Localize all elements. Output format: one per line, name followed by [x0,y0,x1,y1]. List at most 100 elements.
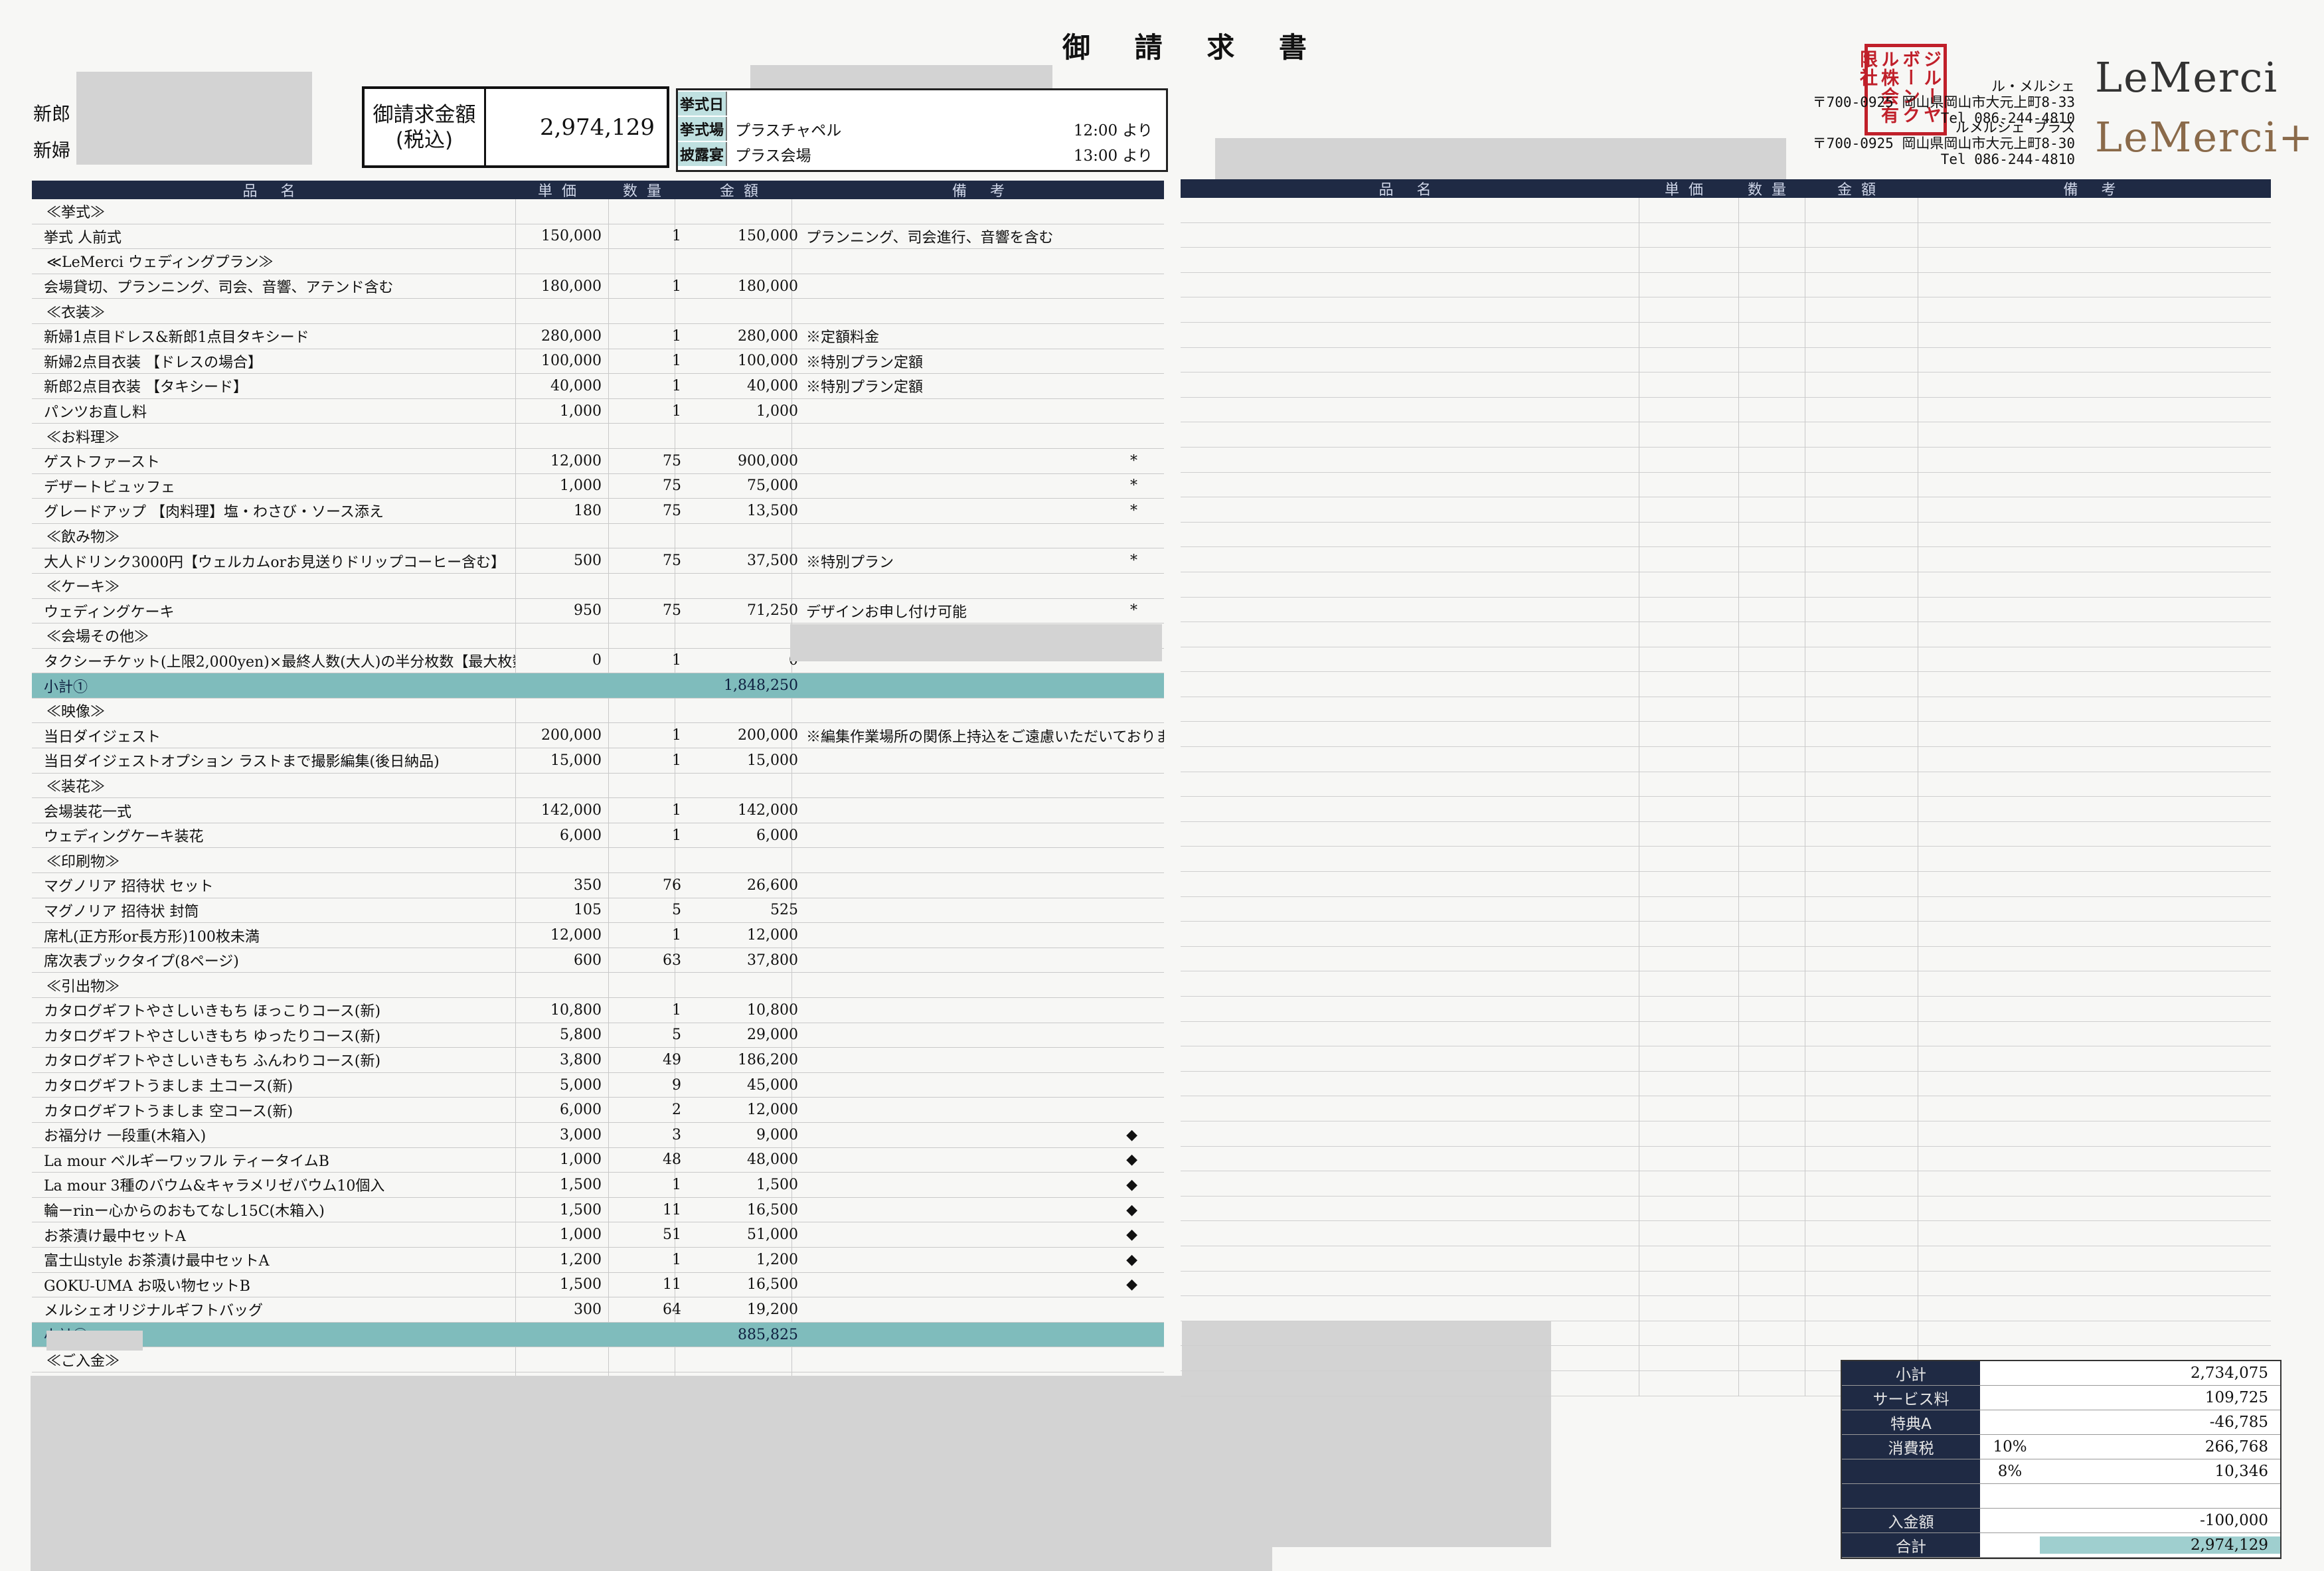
quantity: 1 [672,1251,681,1268]
table-row: デザートビュッフェ 1,000 75 75,000 * [32,474,1164,499]
table-row: 席次表ブックタイプ(8ページ) 600 63 37,800 [32,948,1164,973]
blank-row [1181,323,2271,348]
item-name: 大人ドリンク3000円【ウェルカムorお見送りドリップコーヒー含む】 [44,554,506,571]
item-name: カタログギフトやさしいきもち ふんわりコース(新) [44,1053,381,1070]
note: ※編集作業場所の関係上持込をご遠慮いただいております [806,728,1164,746]
header-amount: 金額 [719,183,768,200]
schedule-box: 挙式日 挙式場 プラスチャペル 12:00 より 披露宴 プラス会場 13:00… [676,88,1168,172]
section-row: ≪ケーキ≫ [32,574,1164,599]
quantity: 1 [672,1001,681,1019]
diamond-mark: ◆ [1126,1276,1137,1293]
amount: 1,500 [756,1176,798,1193]
item-name: カタログギフトやさしいきもち ほっこりコース(新) [44,1003,381,1021]
quantity: 11 [663,1276,681,1293]
amount: 9,000 [756,1126,798,1143]
blank-row [1181,297,2271,323]
blank-row [1181,248,2271,273]
diamond-mark: ◆ [1126,1176,1137,1193]
section-row: ≪挙式≫ [32,199,1164,224]
blank-row [1181,971,2271,997]
note-redaction [790,624,1162,661]
table-row: La mour ベルギーワッフル ティータイムB 1,000 48 48,000 ◆ [32,1148,1164,1173]
item-name: ≪引出物≫ [46,978,120,995]
asterisk-mark: * [1130,452,1137,469]
quantity: 75 [663,477,681,495]
blank-row [1181,622,2271,647]
item-name: 挙式 人前式 [44,229,122,246]
totals-label: サービス料 [1842,1386,1980,1410]
blank-row [1181,398,2271,423]
header-unit: 単価 [537,183,586,200]
blank-row [1181,772,2271,797]
table-row: カタログギフトやさしいきもち ゆったりコース(新) 5,800 5 29,000 [32,1023,1164,1048]
schedule-row: 挙式場 プラスチャペル 12:00 より [678,117,1166,141]
quantity: 1 [672,402,681,420]
unit-price: 1,500 [560,1276,602,1293]
amount: 40,000 [747,377,798,394]
table-row: カタログギフトうましま 空コース(新) 6,000 2 12,000 [32,1098,1164,1123]
table-row: 新郎2点目衣装 【タキシード】 40,000 1 40,000 ※特別プラン定額 [32,374,1164,399]
unit-price: 1,500 [560,1176,602,1193]
totals-row: 消費税 10% 266,768 [1842,1435,2280,1459]
table-row: 大人ドリンク3000円【ウェルカムorお見送りドリップコーヒー含む】 500 75 3… [32,548,1164,574]
item-name: グレードアップ 【肉料理】塩・わさび・ソース添え [44,504,384,521]
quantity: 5 [672,902,681,919]
totals-label [1842,1484,1980,1508]
amount: 142,000 [738,802,798,819]
quantity: 76 [663,876,681,894]
totals-value: 2,974,129 [2040,1536,2280,1554]
diamond-mark: ◆ [1126,1251,1137,1268]
right-header-qty: 数量 [1747,182,1795,199]
table-row: 新婦1点目ドレス&新郎1点目タキシード 280,000 1 280,000 ※定額料金 [32,324,1164,349]
amount: 48,000 [747,1151,798,1169]
totals-label: 合計 [1842,1533,1980,1557]
quantity: 1 [672,228,681,245]
item-name: ≪お料理≫ [46,429,120,446]
amount: 37,500 [747,552,798,570]
table-row: 輪ーrinー心からのおもてなし15C(木箱入) 1,500 11 16,500 ◆ [32,1198,1164,1223]
blank-row [1181,348,2271,373]
schedule-key: 挙式日 [678,92,727,116]
blank-row [1181,1096,2271,1121]
table-row: 当日ダイジェストオプション ラストまで撮影編集(後日納品) 15,000 1 15,0… [32,748,1164,774]
unit-price: 3,000 [560,1126,602,1143]
right-table-body [1181,198,2271,1396]
unit-price: 180 [574,502,602,519]
item-name: ≪装花≫ [46,778,106,795]
table-row: マグノリア 招待状 セット 350 76 26,600 [32,873,1164,898]
amount: 0 [685,652,802,669]
amount: 1,200 [756,1251,798,1268]
item-name: 席次表ブックタイプ(8ページ) [44,953,239,971]
unit-price: 12,000 [550,452,602,469]
section-row: ≪LeMerci ウェディングプラン≫ [32,249,1164,274]
item-name: ≪挙式≫ [46,205,106,222]
diamond-mark: ◆ [1126,1226,1137,1244]
schedule-value: プラスチャペル [735,122,842,139]
blank-row [1181,847,2271,872]
item-name: ≪ご入金≫ [46,1353,120,1370]
blank-row [1181,223,2271,248]
names-redaction [76,72,312,165]
blank-row [1181,547,2271,572]
totals-box: 小計 2,734,075 サービス料 109,725 特典A -46,785 消費税 10% 2… [1841,1360,2282,1559]
quantity: 1 [672,377,681,394]
schedule-key: 披露宴 [678,142,727,166]
blank-row [1181,1246,2271,1272]
diamond-mark: ◆ [1126,1126,1137,1143]
amount: 51,000 [747,1226,798,1244]
quantity: 75 [663,502,681,519]
blank-row [1181,572,2271,598]
blank-row [1181,1197,2271,1222]
table-row: 会場貸切、プランニング、司会、音響、アテンド含む 180,000 1 180,000 [32,274,1164,299]
totals-value: -100,000 [2200,1512,2268,1529]
table-row: お茶漬け最中セットA 1,000 51 51,000 ◆ [32,1222,1164,1248]
column-divider [1738,198,1739,1396]
item-name: ウェディングケーキ装花 [44,829,204,846]
amount: 16,500 [747,1201,798,1218]
schedule-time: 12:00 より [1073,122,1153,139]
quantity: 11 [663,1201,681,1218]
amount: 37,800 [747,951,798,969]
table-row: 富士山style お茶漬け最中セットA 1,200 1 1,200 ◆ [32,1248,1164,1273]
note: ※特別プラン定額 [806,379,924,396]
table-row: 新婦2点目衣装 【ドレスの場合】 100,000 1 100,000 ※特別プラン定額 [32,349,1164,374]
